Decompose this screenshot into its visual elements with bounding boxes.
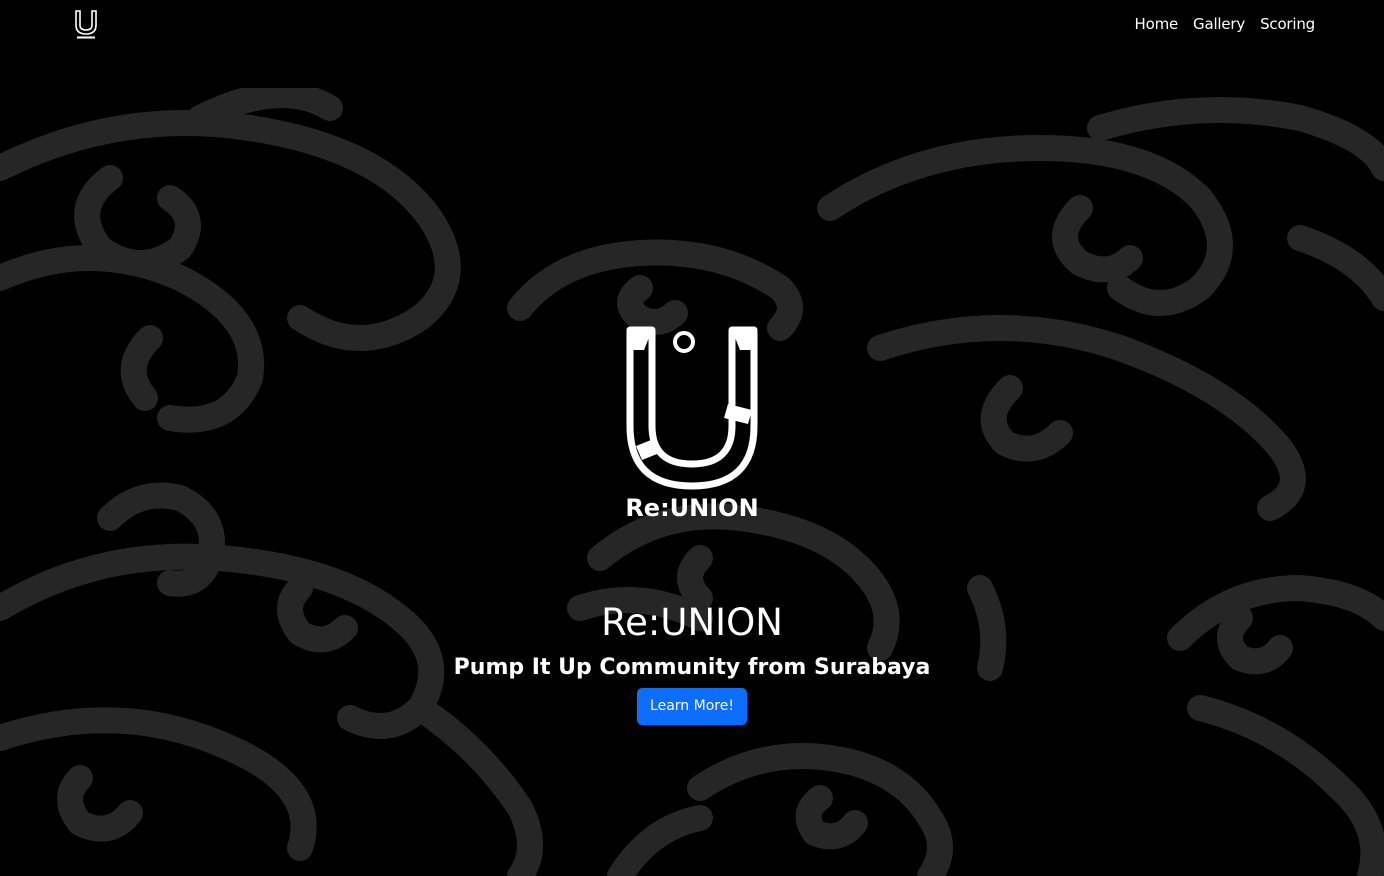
- nav-link-home[interactable]: Home: [1135, 14, 1179, 34]
- nav-link-gallery[interactable]: Gallery: [1193, 14, 1245, 34]
- learn-more-button[interactable]: Learn More!: [637, 688, 747, 725]
- reunion-logo-icon[interactable]: [73, 8, 99, 40]
- hero-logo-text: Re:UNION: [625, 494, 758, 522]
- nav-links: Home Gallery Scoring: [1135, 14, 1316, 34]
- hero-title: Re:UNION: [601, 601, 783, 644]
- nav-link-scoring[interactable]: Scoring: [1260, 14, 1315, 34]
- hero-section: Re:UNION Re:UNION Pump It Up Community f…: [0, 0, 1384, 876]
- navbar: Home Gallery Scoring: [0, 0, 1384, 52]
- page: Home Gallery Scoring Re:UNION Re:UNION P…: [0, 0, 1384, 876]
- reunion-hero-logo-icon: Re:UNION: [625, 326, 759, 522]
- hero-subtitle: Pump It Up Community from Surabaya: [453, 655, 931, 680]
